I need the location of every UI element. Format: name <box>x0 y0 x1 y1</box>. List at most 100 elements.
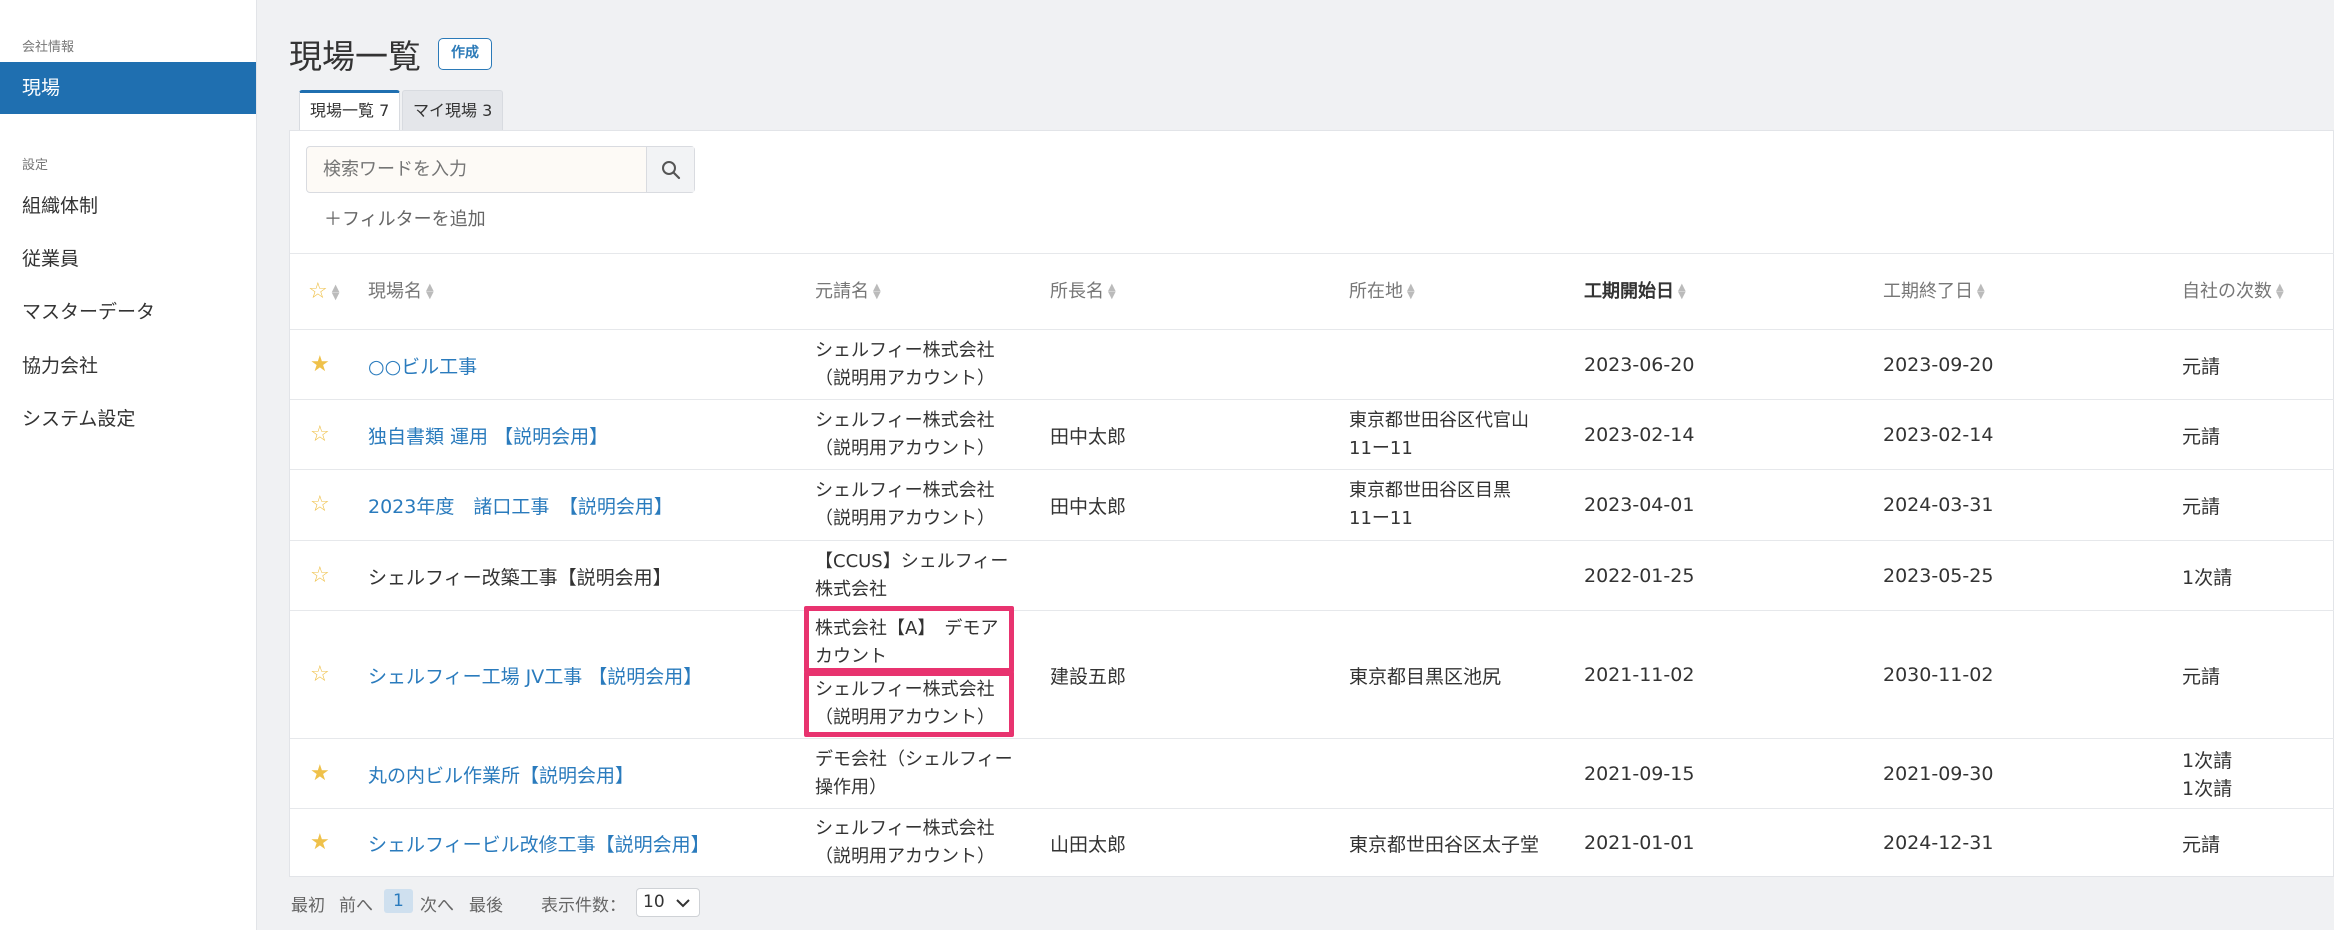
sidebar-section-settings: 設定 <box>22 158 49 173</box>
search-icon <box>661 160 680 179</box>
column-header-manager[interactable]: 所長名 ▲ ▼ <box>1050 254 1116 330</box>
start-date: 2023-04-01 <box>1584 494 1695 516</box>
end-date: 2021-09-30 <box>1883 763 1994 785</box>
contractor-name: シェルフィー株式会社（説明用アカウント） <box>815 818 995 867</box>
sort-icon: ▲ ▼ <box>1108 282 1116 301</box>
tier: 1次請 <box>2182 566 2233 589</box>
column-header-tier[interactable]: 自社の次数 ▲ ▼ <box>2182 254 2284 330</box>
star-outline-icon[interactable]: ☆ <box>310 563 330 588</box>
manager-name: 田中太郎 <box>1050 425 1127 448</box>
pagination-last[interactable]: 最後 <box>469 891 503 916</box>
site-name[interactable]: シェルフィー改築工事【説明会用】 <box>368 541 672 611</box>
pagination-first[interactable]: 最初 <box>291 891 325 916</box>
site-list-panel: ＋フィルターを追加 ☆▲▼ 現場名▲▼ 元請名▲▼ 所長名▲▼ 所在地▲▼ 工期… <box>289 130 2334 877</box>
table-header: ☆ ▲ ▼ 現場名 ▲ ▼ 元請名 ▲ ▼ 所長名 ▲ ▼ 所在地 ▲ ▼ 工期開始日 ▲ ▼ 工期終了… <box>290 253 2334 330</box>
tier: 元請 <box>2182 355 2221 378</box>
end-date: 2024-12-31 <box>1883 832 1994 854</box>
sidebar-item-partners[interactable]: 協力会社 <box>0 340 256 392</box>
column-header-location[interactable]: 所在地 ▲ ▼ <box>1349 254 1415 330</box>
sort-icon: ▲ ▼ <box>426 282 434 301</box>
start-date: 2021-01-01 <box>1584 832 1695 854</box>
search-button[interactable] <box>646 147 694 192</box>
per-page-value: 10 <box>643 892 665 912</box>
tier: 元請 <box>2182 665 2221 688</box>
search-input[interactable] <box>307 147 647 192</box>
pagination-current-page[interactable]: 1 <box>384 889 413 913</box>
favorite-column-header[interactable]: ☆ ▲ ▼ <box>308 254 339 330</box>
tier-secondary: 1次請 <box>2182 778 2233 800</box>
sidebar-item-sites[interactable]: 現場 <box>0 62 256 114</box>
star-outline-icon[interactable]: ☆ <box>310 422 330 447</box>
sort-icon: ▲ ▼ <box>1678 282 1686 301</box>
manager-name: 田中太郎 <box>1050 495 1127 518</box>
table-row[interactable]: ★ シェルフィービル改修工事【説明会用】 シェルフィー株式会社（説明用アカウント… <box>290 809 2334 877</box>
tier: 1次請 <box>2182 750 2233 772</box>
manager-name: 山田太郎 <box>1050 833 1127 856</box>
sort-icon: ▲ ▼ <box>873 282 881 301</box>
tier: 元請 <box>2182 425 2221 448</box>
contractor-name: シェルフィー株式会社（説明用アカウント） <box>815 480 995 529</box>
star-filled-icon[interactable]: ★ <box>310 761 330 786</box>
contractor-name: 【CCUS】シェルフィー株式会社 <box>815 551 1009 600</box>
column-header-end-date[interactable]: 工期終了日 ▲ ▼ <box>1883 254 1985 330</box>
chevron-down-icon <box>676 899 690 908</box>
table-row[interactable]: ☆ シェルフィー改築工事【説明会用】 【CCUS】シェルフィー株式会社 2022… <box>290 541 2334 611</box>
site-name-link[interactable]: シェルフィービル改修工事【説明会用】 <box>368 809 710 877</box>
manager-name: 建設五郎 <box>1050 665 1127 688</box>
sidebar-section-company: 会社情報 <box>22 40 75 55</box>
site-name-link[interactable]: シェルフィー工場 JV工事 【説明会用】 <box>368 611 702 739</box>
site-name-link[interactable]: 丸の内ビル作業所【説明会用】 <box>368 739 634 809</box>
contractor-name-secondary: シェルフィー株式会社（説明用アカウント） <box>815 679 995 728</box>
tab-my-sites[interactable]: マイ現場 3 <box>402 90 504 130</box>
tab-site-list[interactable]: 現場一覧 7 <box>299 90 401 130</box>
sort-icon: ▲ ▼ <box>1977 282 1985 301</box>
end-date: 2024-03-31 <box>1883 494 1994 516</box>
site-name-link[interactable]: ○○ビル工事 <box>368 330 477 400</box>
column-header-site-name[interactable]: 現場名 ▲ ▼ <box>368 254 434 330</box>
start-date: 2022-01-25 <box>1584 565 1695 587</box>
contractor-name: 株式会社【A】 デモアカウント <box>815 618 999 667</box>
tier: 元請 <box>2182 833 2221 856</box>
add-filter-button[interactable]: ＋フィルターを追加 <box>324 205 486 231</box>
star-filled-icon[interactable]: ★ <box>310 830 330 855</box>
site-name-link[interactable]: 独自書類 運用 【説明会用】 <box>368 400 608 470</box>
sidebar-item-organization[interactable]: 組織体制 <box>0 180 256 232</box>
table-row[interactable]: ☆ シェルフィー工場 JV工事 【説明会用】 株式会社【A】 デモアカウント シ… <box>290 606 2334 739</box>
end-date: 2030-11-02 <box>1883 664 1994 686</box>
sidebar-item-master-data[interactable]: マスターデータ <box>0 286 256 338</box>
pagination-prev[interactable]: 前へ <box>339 891 373 916</box>
end-date: 2023-09-20 <box>1883 354 1994 376</box>
table-row[interactable]: ☆ 独自書類 運用 【説明会用】 シェルフィー株式会社（説明用アカウント） 田中… <box>290 400 2334 470</box>
page-title: 現場一覧 <box>289 37 421 76</box>
location: 東京都目黒区池尻 <box>1349 665 1502 688</box>
location: 東京都世田谷区太子堂 <box>1349 833 1540 856</box>
site-name-link[interactable]: 2023年度 諸口工事 【説明会用】 <box>368 470 673 540</box>
contractor-name: デモ会社（シェルフィー操作用） <box>815 749 1013 798</box>
sidebar-item-system-settings[interactable]: システム設定 <box>0 393 256 445</box>
table-row[interactable]: ☆ 2023年度 諸口工事 【説明会用】 シェルフィー株式会社（説明用アカウント… <box>290 470 2334 541</box>
tier: 元請 <box>2182 495 2221 518</box>
end-date: 2023-05-25 <box>1883 565 1994 587</box>
end-date: 2023-02-14 <box>1883 424 1994 446</box>
location: 東京都世田谷区代官山11ー11 <box>1349 410 1529 459</box>
start-date: 2023-06-20 <box>1584 354 1695 376</box>
pagination-next[interactable]: 次へ <box>420 891 454 916</box>
column-header-contractor[interactable]: 元請名 ▲ ▼ <box>815 254 881 330</box>
sidebar-item-employees[interactable]: 従業員 <box>0 233 256 285</box>
contractor-name: シェルフィー株式会社（説明用アカウント） <box>815 410 995 459</box>
sort-icon: ▲ ▼ <box>331 283 340 302</box>
table-row[interactable]: ★ ○○ビル工事 シェルフィー株式会社（説明用アカウント） 2023-06-20… <box>290 330 2334 400</box>
start-date: 2023-02-14 <box>1584 424 1695 446</box>
table-row[interactable]: ★ 丸の内ビル作業所【説明会用】 デモ会社（シェルフィー操作用） 2021-09… <box>290 739 2334 809</box>
per-page-select[interactable]: 10 <box>636 888 700 917</box>
star-outline-icon[interactable]: ☆ <box>310 662 330 687</box>
search-box <box>306 146 695 193</box>
column-header-start-date[interactable]: 工期開始日 ▲ ▼ <box>1584 254 1686 330</box>
star-outline-icon[interactable]: ☆ <box>310 492 330 517</box>
start-date: 2021-11-02 <box>1584 664 1695 686</box>
star-outline-icon: ☆ <box>308 279 328 304</box>
sidebar: 会社情報 現場 設定 組織体制 従業員 マスターデータ 協力会社 システム設定 <box>0 0 257 930</box>
star-filled-icon[interactable]: ★ <box>310 352 330 377</box>
create-button[interactable]: 作成 <box>438 38 492 70</box>
per-page-label: 表示件数： <box>541 896 626 916</box>
